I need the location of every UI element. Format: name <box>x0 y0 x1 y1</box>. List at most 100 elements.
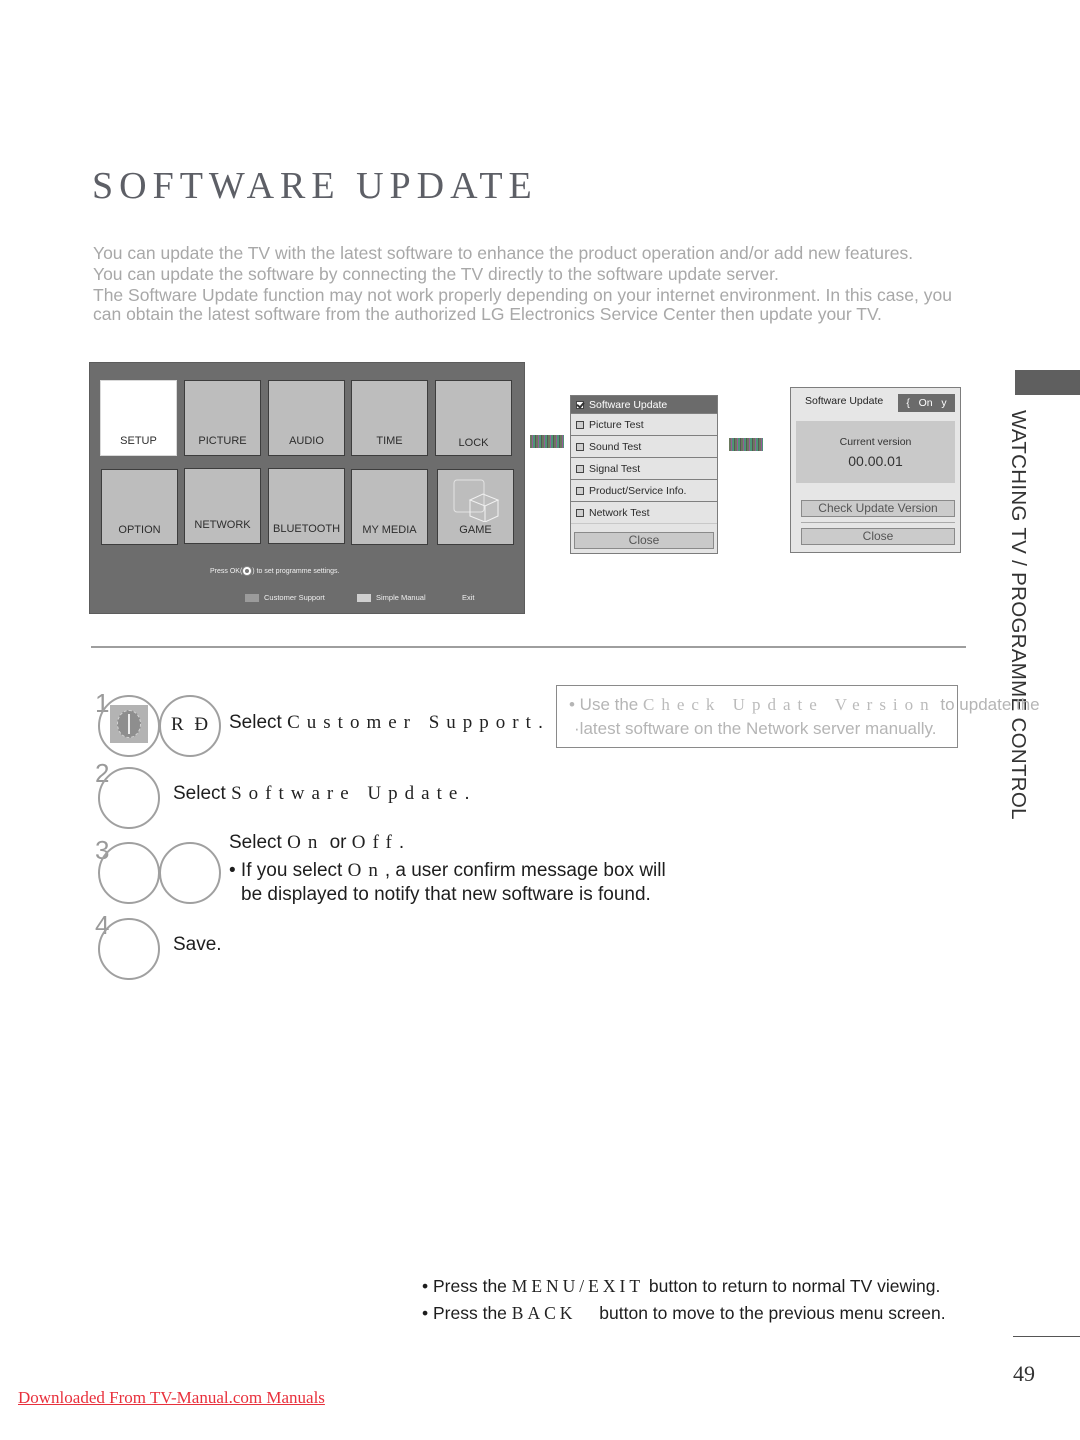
menu-tile-option[interactable]: OPTION <box>101 469 178 545</box>
tip-line-2: ·latest software on the Network server m… <box>574 719 937 739</box>
cs-item-label: Product/Service Info. <box>589 484 687 497</box>
tile-label: OPTION <box>118 524 161 536</box>
hint-text: Press OK( <box>210 567 243 575</box>
cs-item-label: Sound Test <box>589 440 642 453</box>
tip-prefix: • Use the <box>569 695 643 714</box>
divider <box>801 522 955 523</box>
bullet-prefix: • If you select <box>229 860 348 881</box>
step-circle <box>159 842 221 904</box>
tile-label: LOCK <box>458 437 489 449</box>
menu-keyword: MENU/EXIT <box>511 1276 645 1296</box>
step-circle <box>98 842 160 904</box>
cs-item-picture-test[interactable]: Picture Test <box>571 414 717 436</box>
exit-key[interactable]: Exit <box>462 593 475 602</box>
page-rule <box>1013 1336 1080 1337</box>
arrow-icon <box>729 438 763 451</box>
tile-label: MY MEDIA <box>362 524 417 536</box>
tip-line2-text: latest software on the Network server ma… <box>579 719 937 738</box>
page-title: SOFTWARE UPDATE <box>92 165 538 207</box>
su-toggle[interactable]: { On y <box>898 394 955 412</box>
note-prefix: • Press the <box>422 1276 512 1296</box>
checkbox-icon <box>576 420 584 429</box>
game-cubes-icon <box>453 479 500 522</box>
tv-main-menu: SETUP PICTURE AUDIO TIME LOCK OPTION NET… <box>89 362 525 614</box>
current-version-value: 00.00.01 <box>848 453 903 469</box>
section-title: WATCHING TV / PROGRAMME CONTROL <box>1007 410 1030 820</box>
checkbox-icon <box>576 464 584 473</box>
menu-tile-bluetooth[interactable]: BLUETOOTH <box>268 468 345 544</box>
intro-paragraph: The Software Update function may not wor… <box>93 285 952 324</box>
step-4-text: Save. <box>173 934 222 955</box>
remote-button-label: R Ð <box>171 714 212 735</box>
remote-button-icon <box>110 705 148 743</box>
checkbox-icon <box>576 486 584 495</box>
ok-button-icon <box>242 566 253 576</box>
menu-tile-game[interactable]: GAME <box>437 469 514 545</box>
cs-item-network-test[interactable]: Network Test <box>571 502 717 524</box>
note-menu-exit: • Press the MENU/EXIT button to return t… <box>422 1276 940 1297</box>
cs-item-software-update[interactable]: Software Update <box>571 396 717 414</box>
step-3-bullet: • If you select On, a user confirm messa… <box>229 860 666 882</box>
green-key-icon <box>357 593 371 602</box>
cs-item-sound-test[interactable]: Sound Test <box>571 436 717 458</box>
su-label: Software Update <box>805 395 884 407</box>
tip-suffix: to update the <box>935 695 1040 714</box>
customer-support-key[interactable]: Customer Support <box>245 593 325 602</box>
cs-item-label: Software Update <box>589 398 668 411</box>
tile-label: SETUP <box>120 435 157 447</box>
menu-tile-setup[interactable]: SETUP <box>100 380 177 456</box>
tile-label: NETWORK <box>194 519 251 531</box>
menu-keyword: BACK <box>511 1303 577 1323</box>
step-text-suffix: . <box>464 783 470 804</box>
step-circle <box>98 767 160 829</box>
menu-tile-network[interactable]: NETWORK <box>184 468 261 544</box>
tile-label: GAME <box>459 524 492 536</box>
check-update-version-button[interactable]: Check Update Version <box>801 500 955 517</box>
menu-tile-picture[interactable]: PICTURE <box>184 380 261 456</box>
cs-item-label: Picture Test <box>589 418 644 431</box>
menu-tile-audio[interactable]: AUDIO <box>268 380 345 456</box>
bullet-suffix: , a user confirm message box will <box>384 860 666 881</box>
menu-keyword: Customer Support <box>287 712 538 733</box>
menu-keyword: On <box>287 832 325 853</box>
checkbox-icon <box>576 400 584 409</box>
step-circle <box>98 918 160 980</box>
footer-label: Exit <box>462 593 475 602</box>
simple-manual-key[interactable]: Simple Manual <box>357 593 426 602</box>
knob-icon <box>117 710 141 738</box>
step-text-prefix: Select <box>229 712 288 733</box>
cs-item-label: Signal Test <box>589 462 641 475</box>
checkbox-icon <box>576 442 584 451</box>
tip-line-1: • Use the Check Update Version to update… <box>569 695 1040 715</box>
footer-label: Customer Support <box>264 593 325 602</box>
hint-text: ) to set programme settings. <box>252 567 340 575</box>
cs-close-button[interactable]: Close <box>574 532 714 549</box>
tile-label: TIME <box>376 435 403 447</box>
note-suffix: button to return to normal TV viewing. <box>644 1276 941 1296</box>
step-3-bullet-line2: be displayed to notify that new software… <box>241 884 651 905</box>
menu-tile-lock[interactable]: LOCK <box>435 380 512 456</box>
menu-tile-my-media[interactable]: MY MEDIA <box>351 469 428 545</box>
tile-label: AUDIO <box>289 435 324 447</box>
cs-item-product-service-info[interactable]: Product/Service Info. <box>571 480 717 502</box>
step-1-text: Select Customer Support. <box>229 712 543 734</box>
step-2-text: Select Software Update. <box>173 783 470 805</box>
menu-tile-time[interactable]: TIME <box>351 380 428 456</box>
tile-label: PICTURE <box>198 435 247 447</box>
section-tab-marker <box>1015 370 1080 395</box>
su-close-button[interactable]: Close <box>801 528 955 545</box>
step-text-suffix: . <box>537 712 544 733</box>
red-key-icon <box>245 593 259 602</box>
step-text-prefix: Select <box>173 783 232 804</box>
download-link[interactable]: Downloaded From TV-Manual.com Manuals <box>18 1388 325 1408</box>
intro-paragraph: You can update the software by connectin… <box>93 264 779 284</box>
cs-item-label: Network Test <box>589 506 650 519</box>
menu-keyword: On <box>347 860 385 881</box>
note-suffix: button to move to the previous menu scre… <box>594 1303 946 1323</box>
cs-item-signal-test[interactable]: Signal Test <box>571 458 717 480</box>
current-version-label: Current version <box>839 436 912 448</box>
note-back: • Press the BACK button to move to the p… <box>422 1303 946 1324</box>
step-text-middle: or <box>324 832 352 853</box>
note-prefix: • Press the <box>422 1303 512 1323</box>
arrow-icon <box>530 435 564 448</box>
